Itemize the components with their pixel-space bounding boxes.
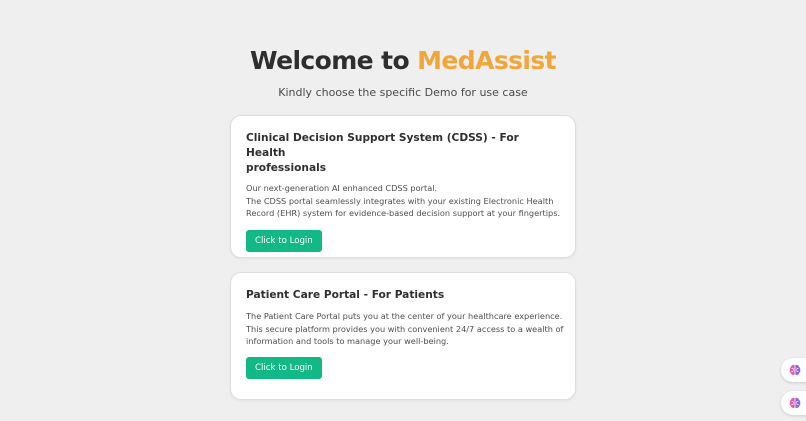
brand-name: MedAssist xyxy=(417,46,556,75)
assistant-launcher-button[interactable] xyxy=(781,358,806,382)
cdss-title-line2: professionals xyxy=(246,162,327,174)
patient-card: Patient Care Portal - For Patients The P… xyxy=(230,272,576,400)
cdss-title-line1: Clinical Decision Support System (CDSS) … xyxy=(246,132,519,159)
cdss-card-title: Clinical Decision Support System (CDSS) … xyxy=(246,131,560,176)
cdss-card-description: Our next-generation AI enhanced CDSS por… xyxy=(246,182,560,220)
cdss-desc-line: Record (EHR) system for evidence-based d… xyxy=(246,208,561,219)
patient-card-description: The Patient Care Portal puts you at the … xyxy=(246,310,564,348)
cdss-card: Clinical Decision Support System (CDSS) … xyxy=(230,115,576,258)
patient-title-line1: Patient Care Portal - For Patients xyxy=(246,289,445,301)
page-subtitle: Kindly choose the specific Demo for use … xyxy=(278,86,528,99)
hero-header: Welcome to MedAssist Kindly choose the s… xyxy=(0,44,806,100)
cdss-desc-line: The CDSS portal seamlessly integrates wi… xyxy=(246,195,554,206)
brain-icon xyxy=(788,363,802,377)
page-title: Welcome to MedAssist xyxy=(0,44,806,78)
title-prefix: Welcome to xyxy=(250,46,418,75)
page: Welcome to MedAssist Kindly choose the s… xyxy=(0,0,806,421)
assistant-launcher-button-secondary[interactable] xyxy=(781,391,806,415)
patient-desc-line: This secure platform provides you with c… xyxy=(246,323,564,334)
brain-icon xyxy=(788,396,802,410)
patient-login-button[interactable]: Click to Login xyxy=(246,356,322,379)
cdss-desc-line: Our next-generation AI enhanced CDSS por… xyxy=(246,183,438,193)
patient-desc-line: The Patient Care Portal puts you at the … xyxy=(246,311,563,321)
patient-desc-line: information and tools to manage your wel… xyxy=(246,336,449,347)
cdss-login-button[interactable]: Click to Login xyxy=(246,229,322,252)
patient-card-title: Patient Care Portal - For Patients xyxy=(246,288,560,303)
